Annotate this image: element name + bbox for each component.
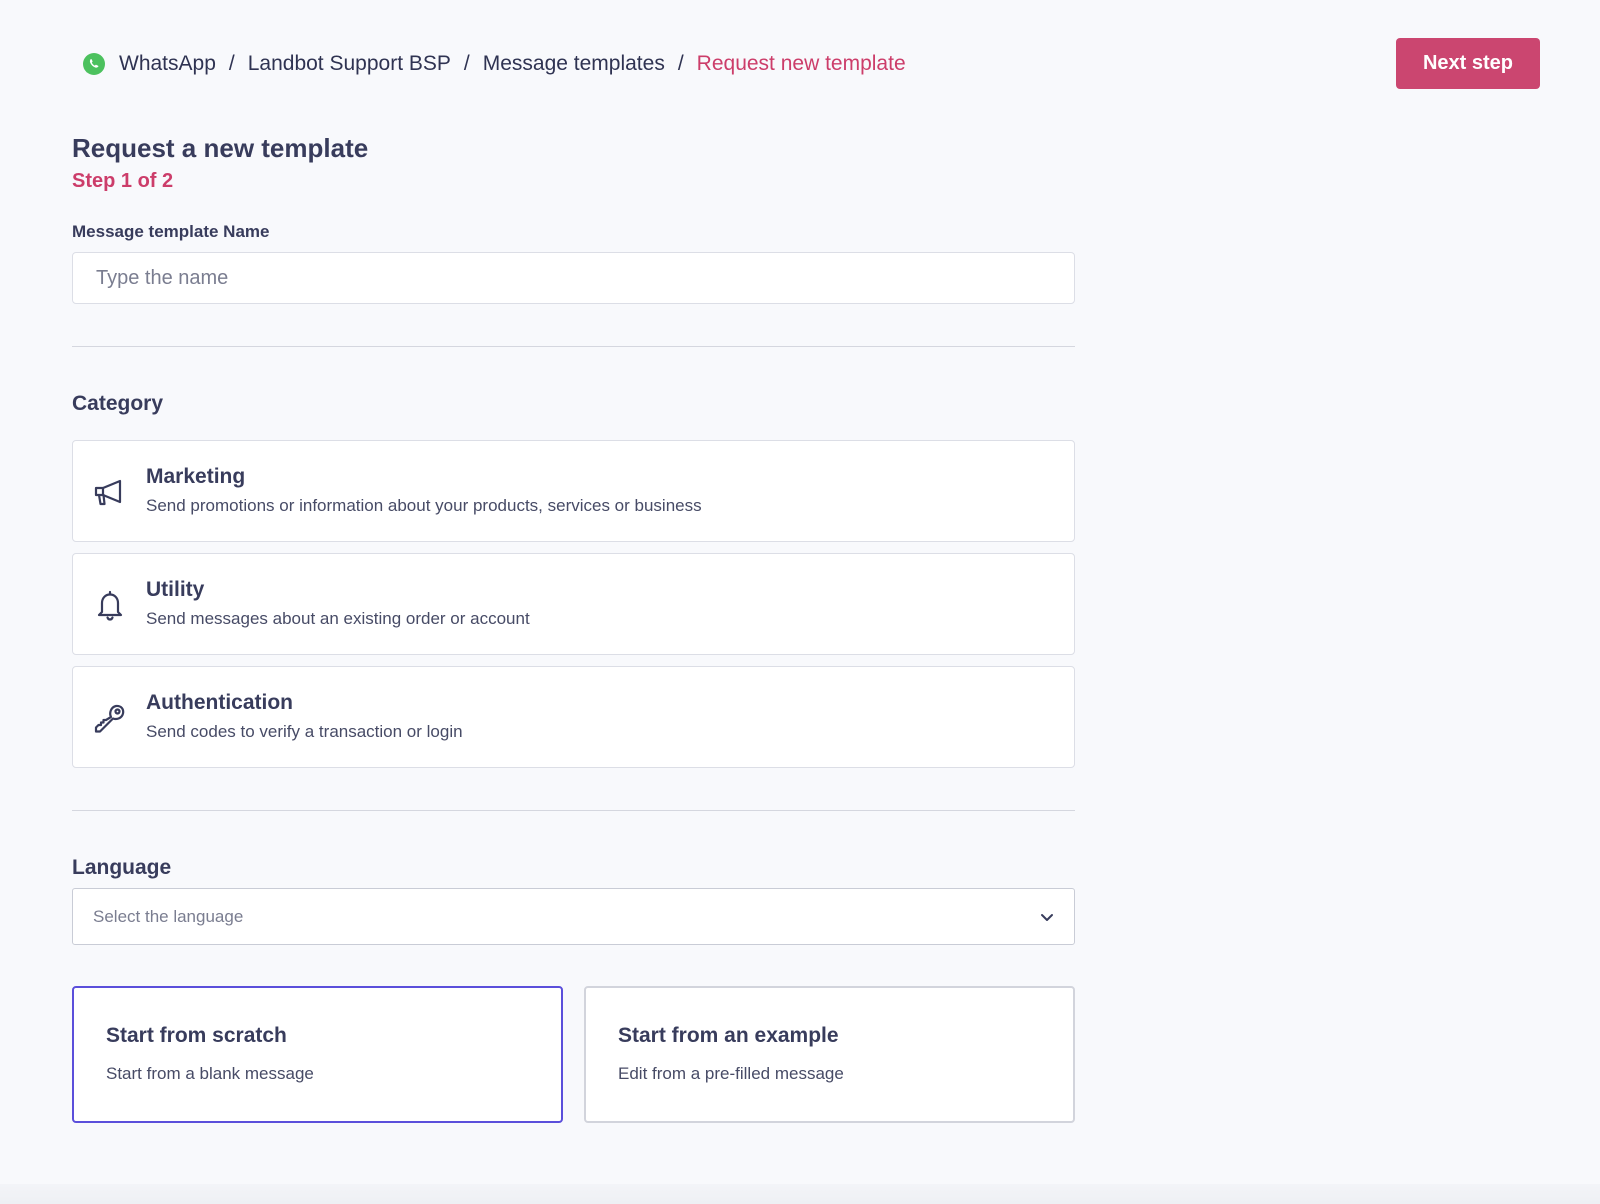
breadcrumb-landbot-support[interactable]: Landbot Support BSP bbox=[248, 52, 451, 76]
chevron-down-icon bbox=[1038, 908, 1056, 926]
template-name-label: Message template Name bbox=[72, 222, 270, 241]
category-option-marketing[interactable]: Marketing Send promotions or information… bbox=[72, 440, 1075, 542]
option-description: Edit from a pre-filled message bbox=[618, 1064, 844, 1083]
divider bbox=[72, 346, 1075, 347]
category-description: Send messages about an existing order or… bbox=[146, 609, 530, 628]
bell-icon bbox=[91, 586, 129, 624]
next-step-button[interactable]: Next step bbox=[1396, 38, 1540, 89]
breadcrumb-separator: / bbox=[228, 52, 235, 75]
start-from-scratch-option[interactable]: Start from scratch Start from a blank me… bbox=[72, 986, 563, 1123]
category-name: Authentication bbox=[146, 691, 293, 714]
breadcrumb-message-templates[interactable]: Message templates bbox=[483, 52, 665, 76]
category-name: Marketing bbox=[146, 465, 246, 488]
key-icon bbox=[91, 699, 129, 737]
megaphone-icon bbox=[91, 473, 129, 511]
category-option-authentication[interactable]: Authentication Send codes to verify a tr… bbox=[72, 666, 1075, 768]
language-placeholder: Select the language bbox=[93, 907, 244, 926]
category-name: Utility bbox=[146, 578, 205, 601]
option-title: Start from scratch bbox=[106, 1024, 287, 1047]
category-description: Send codes to verify a transaction or lo… bbox=[146, 722, 463, 741]
breadcrumb-separator: / bbox=[677, 52, 684, 75]
divider bbox=[72, 810, 1075, 811]
category-option-utility[interactable]: Utility Send messages about an existing … bbox=[72, 553, 1075, 655]
option-description: Start from a blank message bbox=[106, 1064, 314, 1083]
option-title: Start from an example bbox=[618, 1024, 839, 1047]
step-indicator: Step 1 of 2 bbox=[72, 170, 174, 192]
whatsapp-icon bbox=[82, 52, 106, 76]
category-title: Category bbox=[72, 392, 164, 415]
breadcrumb-whatsapp[interactable]: WhatsApp bbox=[119, 52, 216, 76]
start-from-example-option[interactable]: Start from an example Edit from a pre-fi… bbox=[584, 986, 1075, 1123]
category-description: Send promotions or information about you… bbox=[146, 496, 702, 515]
language-title: Language bbox=[72, 856, 172, 879]
template-name-input[interactable] bbox=[72, 252, 1075, 304]
breadcrumb: WhatsApp / Landbot Support BSP / Message… bbox=[82, 46, 906, 82]
footer-shade bbox=[0, 1184, 1600, 1204]
page-title: Request a new template bbox=[72, 133, 369, 163]
language-select[interactable]: Select the language bbox=[72, 888, 1075, 945]
breadcrumb-current: Request new template bbox=[696, 52, 906, 75]
breadcrumb-separator: / bbox=[463, 52, 470, 75]
header: WhatsApp / Landbot Support BSP / Message… bbox=[0, 0, 1600, 128]
